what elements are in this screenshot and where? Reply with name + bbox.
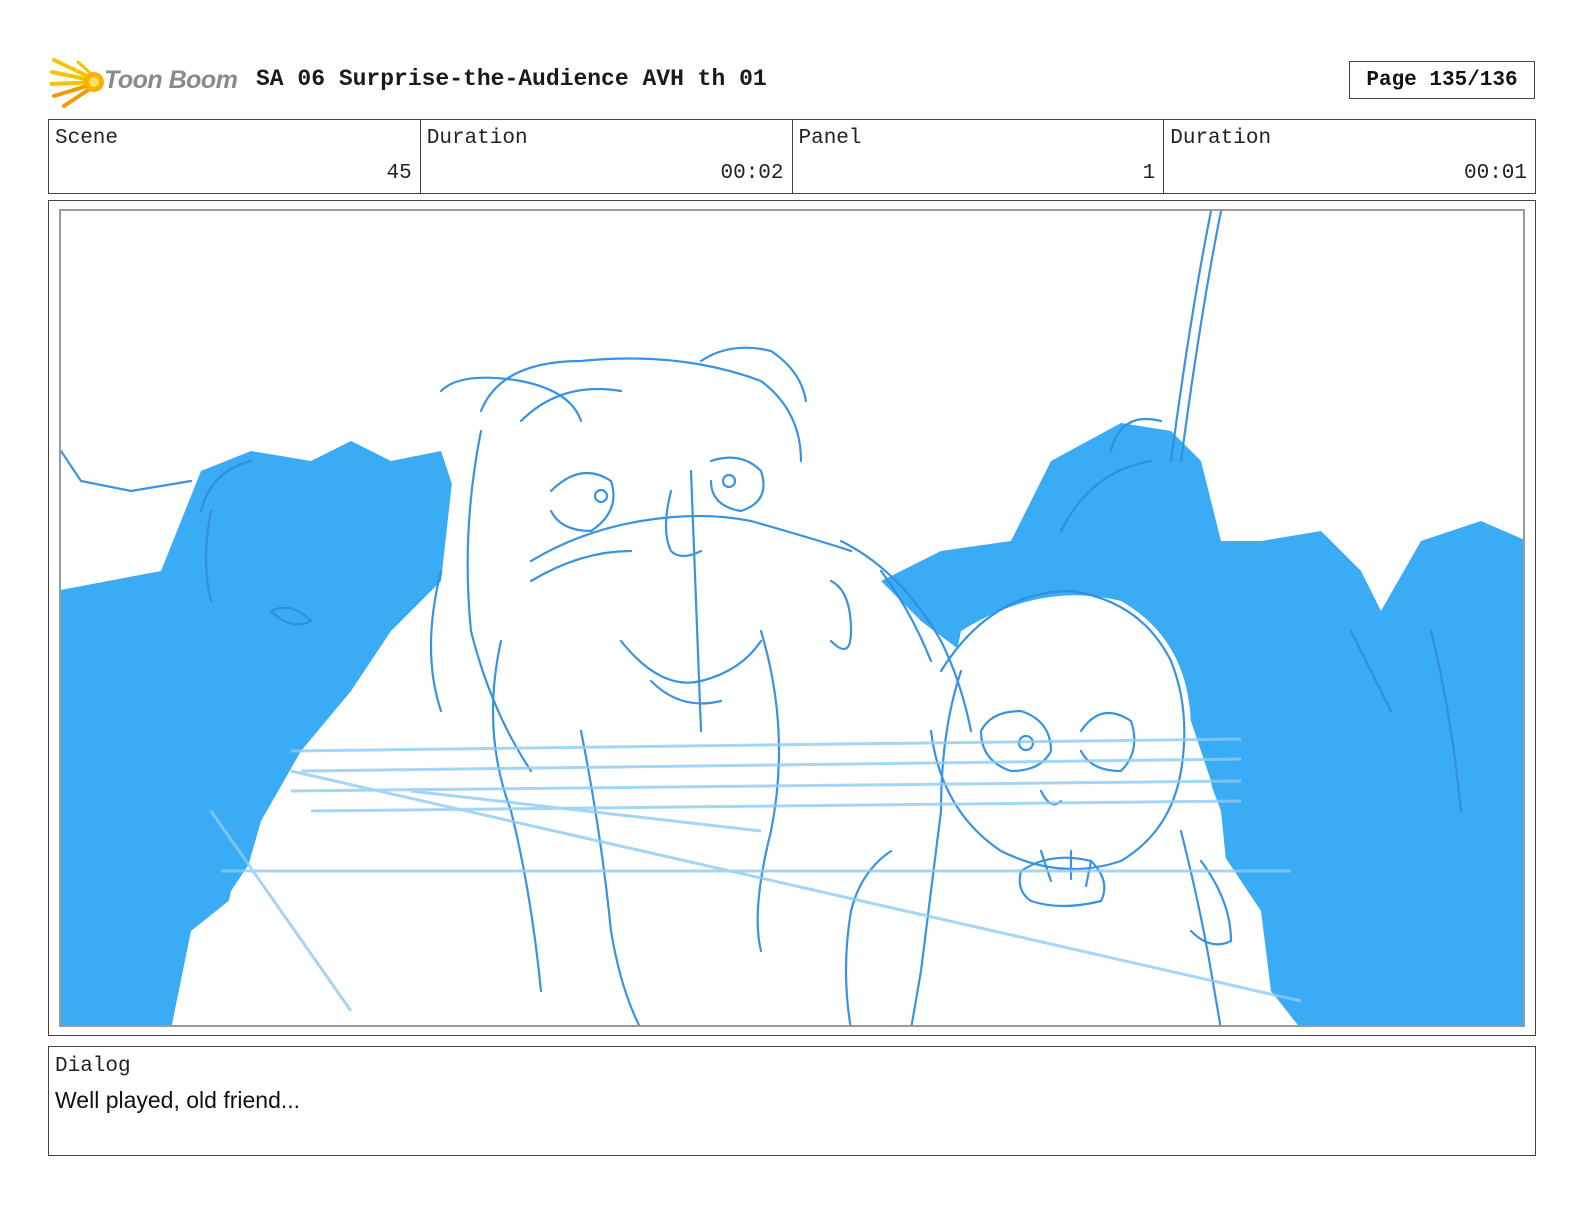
page-indicator: Page 135/136	[1349, 61, 1535, 99]
scene-info-table: Scene 45 Duration 00:02 Panel 1 Duration…	[48, 119, 1536, 194]
scene-value: 45	[386, 162, 412, 185]
scene-duration-cell: Duration 00:02	[421, 120, 793, 193]
scene-duration-label: Duration	[426, 127, 528, 150]
panel-value: 1	[1142, 162, 1156, 185]
brand-name: Toon Boom	[104, 66, 238, 94]
document-title: SA 06 Surprise-the-Audience AVH th 01	[256, 66, 767, 92]
panel-duration-value: 00:01	[1463, 162, 1527, 185]
panel-cell: Panel 1	[793, 120, 1165, 193]
scene-label: Scene	[55, 127, 119, 150]
panel-duration-label: Duration	[1170, 127, 1272, 150]
dialog-box: Dialog Well played, old friend...	[48, 1046, 1536, 1156]
storyboard-sketch-image	[61, 211, 1523, 1025]
toon-boom-logo: Toon Boom	[50, 56, 240, 108]
dialog-label: Dialog	[55, 1055, 131, 1078]
scene-duration-value: 00:02	[720, 162, 784, 185]
left-crowd-lower	[61, 731, 231, 1025]
panel-label: Panel	[798, 127, 862, 150]
scene-cell: Scene 45	[49, 120, 421, 193]
dialog-text: Well played, old friend...	[55, 1087, 301, 1113]
panel-duration-cell: Duration 00:01	[1164, 120, 1535, 193]
toon-boom-starburst-icon	[50, 58, 104, 108]
panel-sketch-area	[59, 209, 1525, 1027]
storyboard-panel	[48, 200, 1536, 1036]
